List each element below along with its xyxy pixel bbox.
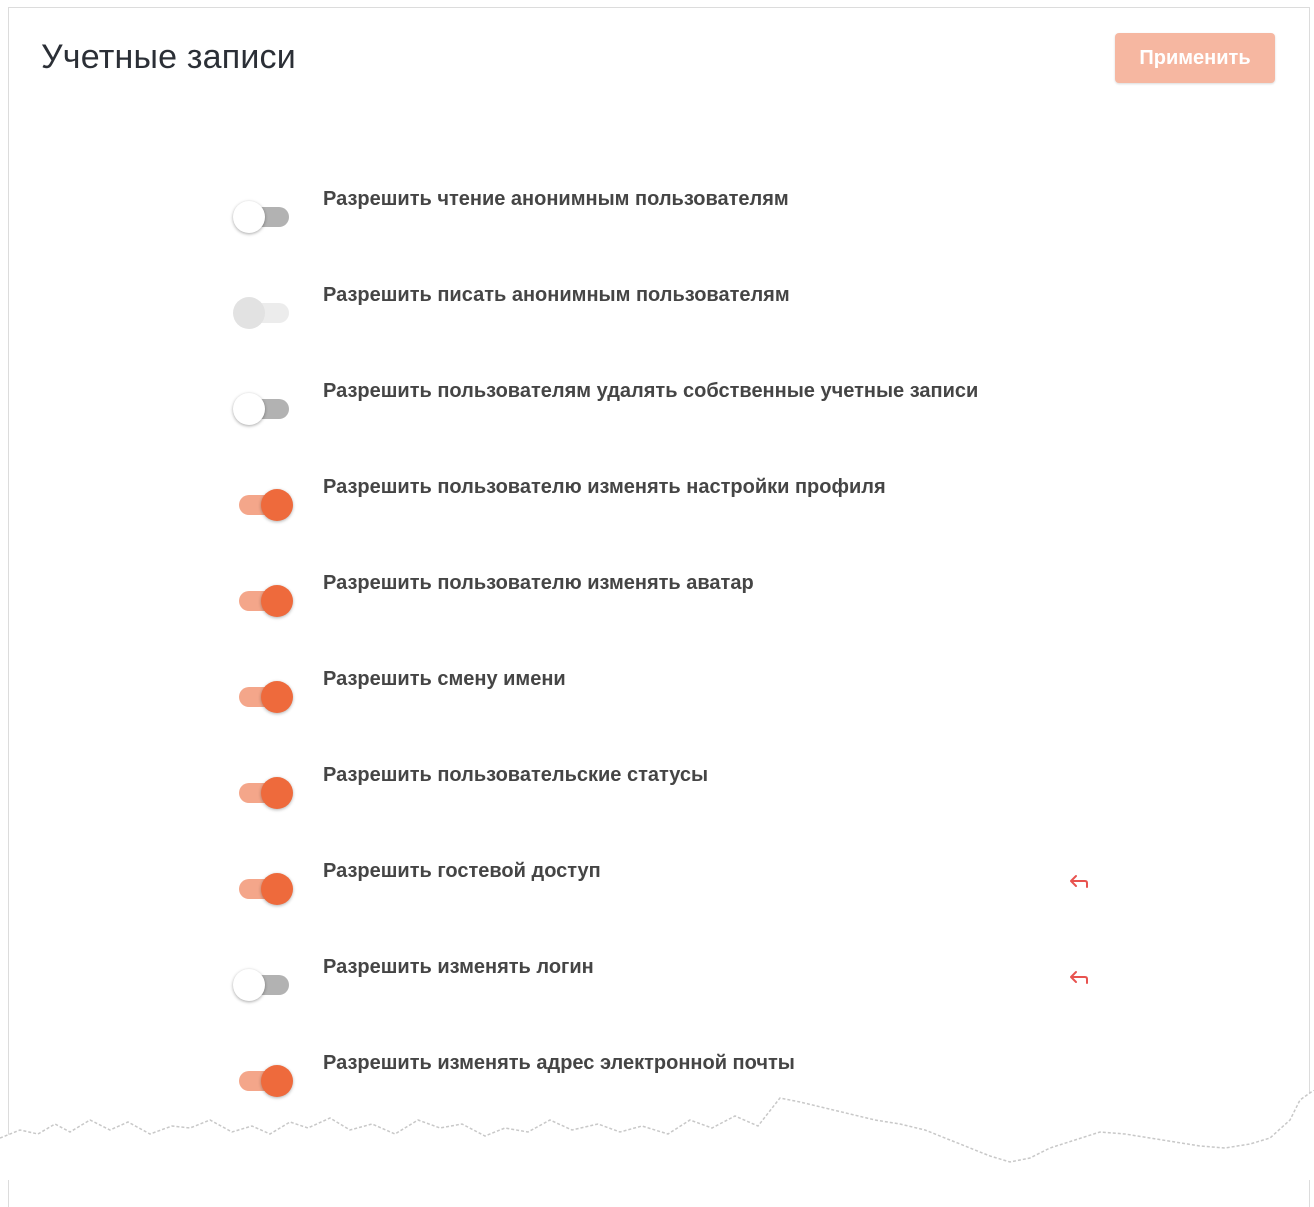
- toggle-thumb: [261, 873, 293, 905]
- setting-label: Разрешить изменять адрес электронной поч…: [323, 1052, 795, 1074]
- toggle-switch: [233, 294, 297, 330]
- setting-row: Разрешить пользователю изменять настройк…: [9, 476, 1109, 546]
- setting-row: Разрешить пользователям удалять собствен…: [9, 380, 1109, 450]
- apply-button[interactable]: Применить: [1115, 33, 1275, 83]
- toggle-thumb: [233, 969, 265, 1001]
- setting-label: Разрешить изменять логин: [323, 956, 594, 978]
- undo-arrow-icon[interactable]: [1067, 968, 1091, 988]
- setting-row: Разрешить гостевой доступ: [9, 860, 1109, 930]
- setting-label: Разрешить гостевой доступ: [323, 860, 601, 882]
- setting-label: Разрешить пользователям удалять собствен…: [323, 380, 979, 402]
- page-title: Учетные записи: [41, 38, 296, 76]
- toggle-switch[interactable]: [233, 582, 297, 618]
- toggle-thumb: [233, 201, 265, 233]
- setting-label: Разрешить пользователю изменять аватар: [323, 572, 754, 594]
- toggle-switch[interactable]: [233, 486, 297, 522]
- toggle-switch[interactable]: [233, 198, 297, 234]
- setting-row: Разрешить чтение анонимным пользователям: [9, 188, 1109, 258]
- setting-row: Разрешить изменять логин: [9, 956, 1109, 1026]
- toggle-thumb: [261, 585, 293, 617]
- settings-panel: Учетные записи Применить Разрешить чтени…: [8, 7, 1310, 1207]
- toggle-switch[interactable]: [233, 390, 297, 426]
- toggle-switch[interactable]: [233, 870, 297, 906]
- setting-label: Разрешить пользователю изменять настройк…: [323, 476, 886, 498]
- toggle-switch[interactable]: [233, 678, 297, 714]
- setting-row: Разрешить пользовательские статусы: [9, 764, 1109, 834]
- setting-row: Разрешить пользователю изменять аватар: [9, 572, 1109, 642]
- setting-row: Разрешить смену имени: [9, 668, 1109, 738]
- toggle-thumb: [233, 297, 265, 329]
- setting-label: Разрешить писать анонимным пользователям: [323, 284, 790, 306]
- toggle-thumb: [233, 393, 265, 425]
- toggle-thumb: [261, 681, 293, 713]
- toggle-switch[interactable]: [233, 966, 297, 1002]
- setting-label: Разрешить смену имени: [323, 668, 566, 690]
- toggle-switch[interactable]: [233, 774, 297, 810]
- setting-label: Разрешить пользовательские статусы: [323, 764, 709, 786]
- toggle-thumb: [261, 489, 293, 521]
- torn-edge: [0, 1090, 1314, 1180]
- toggle-thumb: [261, 777, 293, 809]
- setting-label: Разрешить чтение анонимным пользователям: [323, 188, 789, 210]
- undo-arrow-icon[interactable]: [1067, 872, 1091, 892]
- setting-row: Разрешить писать анонимным пользователям: [9, 284, 1109, 354]
